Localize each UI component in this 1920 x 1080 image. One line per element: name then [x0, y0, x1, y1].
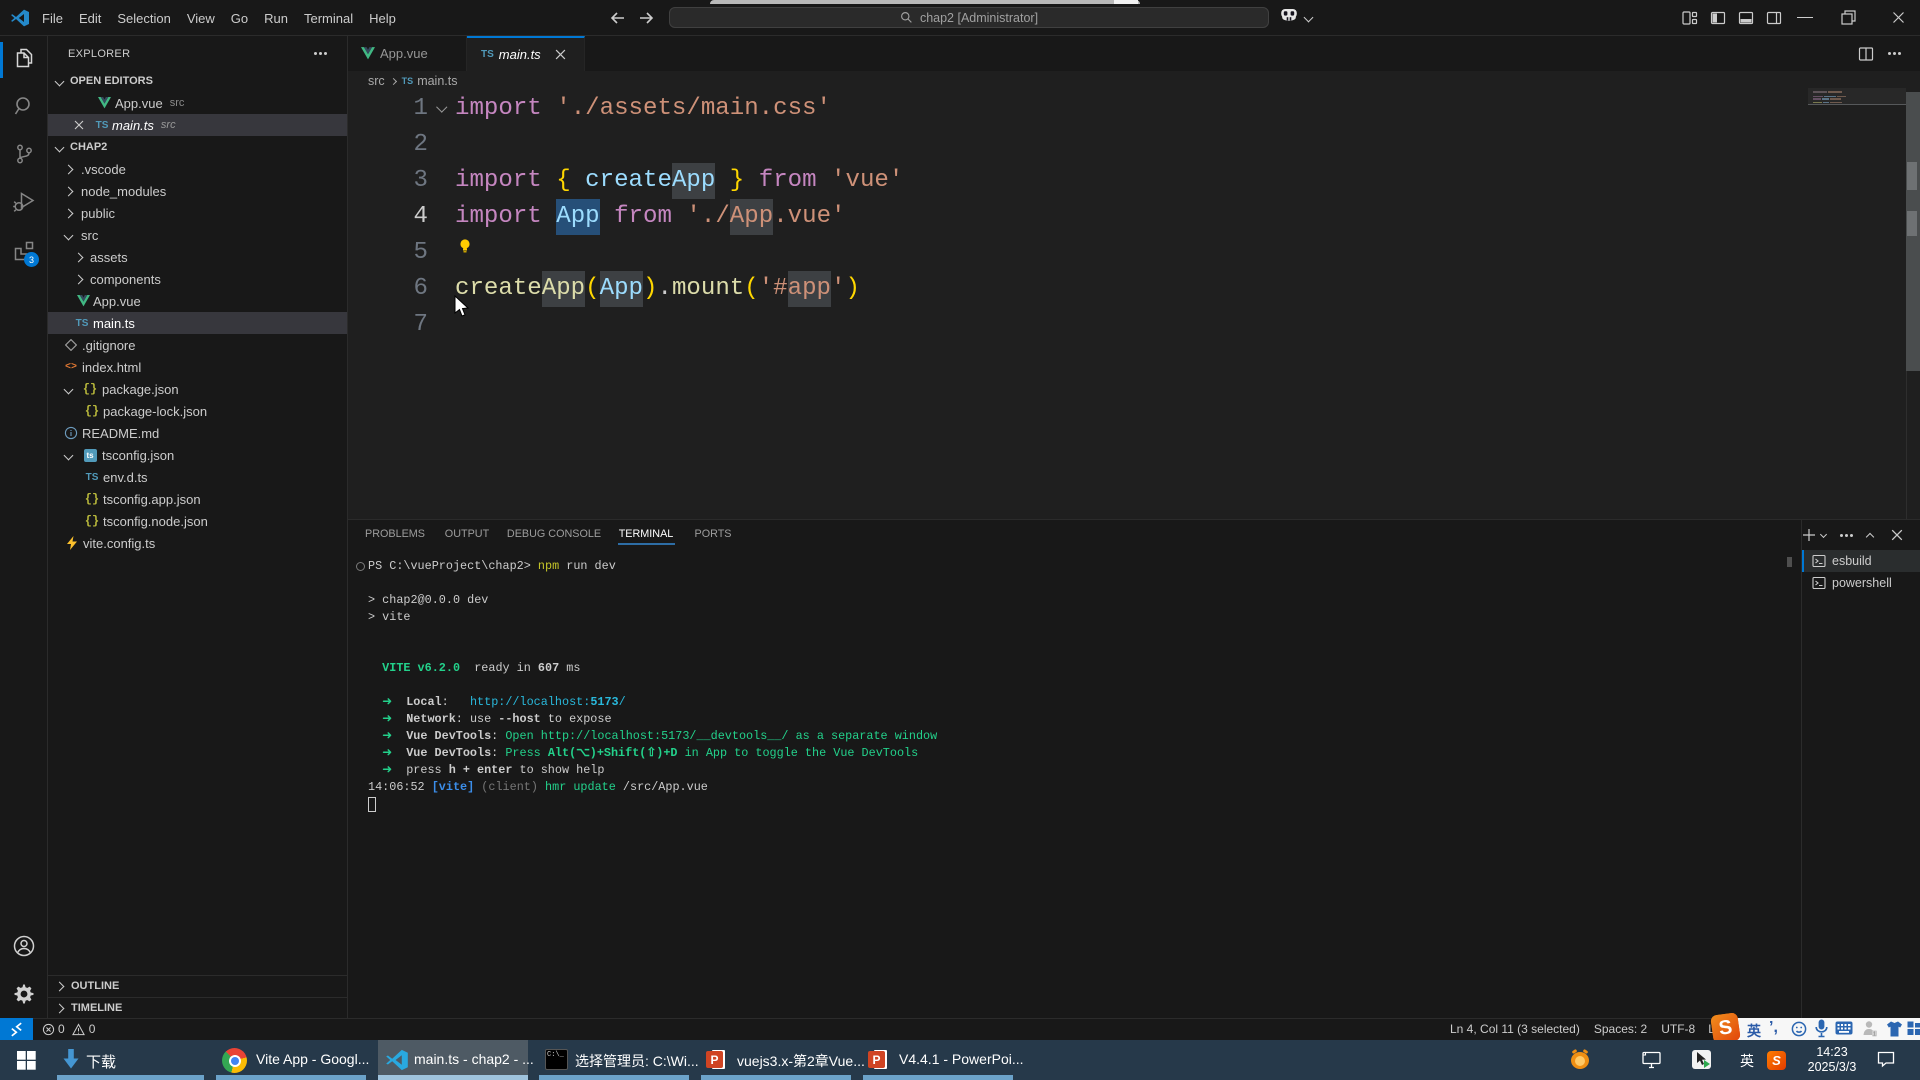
svg-text:1: 1	[1873, 1032, 1876, 1037]
